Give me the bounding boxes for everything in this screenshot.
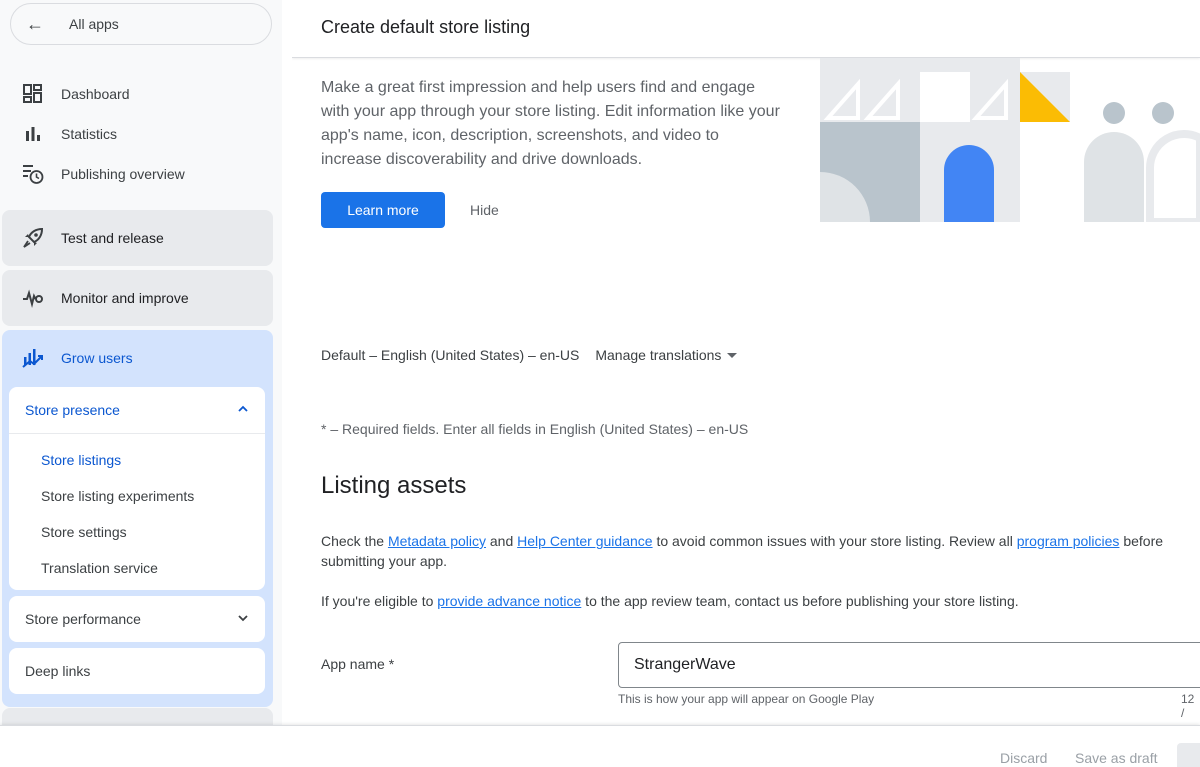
required-fields-note: * – Required fields. Enter all fields in… [321,421,749,437]
sidebar-group-monitor-and-improve[interactable]: Monitor and improve [2,270,273,326]
store-performance-section[interactable]: Store performance [9,596,265,642]
sidebar-item-translation-service[interactable]: Translation service [9,550,265,586]
policy-text: to avoid common issues with your store l… [652,533,1017,549]
all-apps-label: All apps [69,16,119,32]
sidebar: ← All apps Dashboard Statistics Publishi… [0,0,282,767]
main-content: Create default store listing Make a grea… [292,0,1200,725]
metadata-policy-link[interactable]: Metadata policy [388,533,486,549]
deep-links-section[interactable]: Deep links [9,648,265,694]
bar-chart-icon [22,123,44,145]
advance-notice-link[interactable]: provide advance notice [437,593,581,609]
store-presence-label: Store presence [25,402,120,418]
default-language: Default – English (United States) – en-U… [321,347,580,363]
vitals-icon [22,287,44,309]
sidebar-item-label: Publishing overview [61,166,185,182]
notice-text: to the app review team, contact us befor… [581,593,1019,609]
publishing-clock-icon [22,163,44,185]
save-draft-button[interactable]: Save as draft [1075,750,1158,766]
sidebar-item-store-listings[interactable]: Store listings [9,442,265,478]
sidebar-group-test-and-release[interactable]: Test and release [2,210,273,266]
sidebar-group-label: Test and release [61,230,164,246]
sidebar-item-label: Dashboard [61,86,130,102]
section-title: Listing assets [321,472,467,499]
chevron-up-icon [237,402,249,418]
grow-chart-icon [22,347,44,369]
back-arrow-icon: ← [26,13,44,34]
advance-notice-paragraph: If you're eligible to provide advance no… [321,591,1200,611]
store-illustration [820,58,1200,226]
dashboard-icon [22,83,44,105]
chevron-down-icon [237,611,249,627]
sidebar-group-label: Grow users [61,350,133,366]
app-name-label: App name * [321,656,395,672]
program-policies-link[interactable]: program policies [1017,533,1120,549]
next-button[interactable] [1177,743,1200,767]
all-apps-button[interactable]: ← All apps [10,3,272,45]
app-name-char-count: 12 / [1181,692,1195,720]
rocket-icon [22,227,44,249]
sidebar-item-statistics[interactable]: Statistics [10,114,272,154]
page-header: Create default store listing [292,0,1200,58]
deep-links-label: Deep links [25,663,91,679]
language-selector: Default – English (United States) – en-U… [321,347,738,363]
hide-button[interactable]: Hide [462,192,507,228]
sidebar-item-label: Statistics [61,126,118,142]
sidebar-item-store-settings[interactable]: Store settings [9,514,265,550]
page-title: Create default store listing [321,17,531,37]
app-name-help: This is how your app will appear on Goog… [618,692,875,706]
app-root: ← All apps Dashboard Statistics Publishi… [0,0,1200,767]
sidebar-item-store-listing-experiments[interactable]: Store listing experiments [9,478,265,514]
notice-text: If you're eligible to [321,593,438,609]
policy-paragraph: Check the Metadata policy and Help Cente… [321,531,1200,571]
store-performance-label: Store performance [25,611,141,627]
store-presence-section: Store presence Store listings Store list… [9,387,265,590]
manage-translations-button[interactable]: Manage translations [595,347,738,363]
sidebar-item-publishing-overview[interactable]: Publishing overview [10,154,272,194]
sidebar-group-label: Monitor and improve [61,290,189,306]
discard-button[interactable]: Discard [1000,750,1047,766]
sidebar-item-dashboard[interactable]: Dashboard [10,74,272,114]
policy-text: and [486,533,518,549]
promo-text: Make a great first impression and help u… [321,79,780,168]
manage-translations-label: Manage translations [595,347,722,363]
store-presence-header[interactable]: Store presence [9,387,265,433]
action-footer: Discard Save as draft [0,725,1200,767]
help-center-guidance-link[interactable]: Help Center guidance [517,533,652,549]
policy-text: Check the [321,533,388,549]
app-name-input[interactable]: StrangerWave [618,642,1200,688]
learn-more-button[interactable]: Learn more [321,192,445,228]
dropdown-caret-icon [727,352,738,358]
